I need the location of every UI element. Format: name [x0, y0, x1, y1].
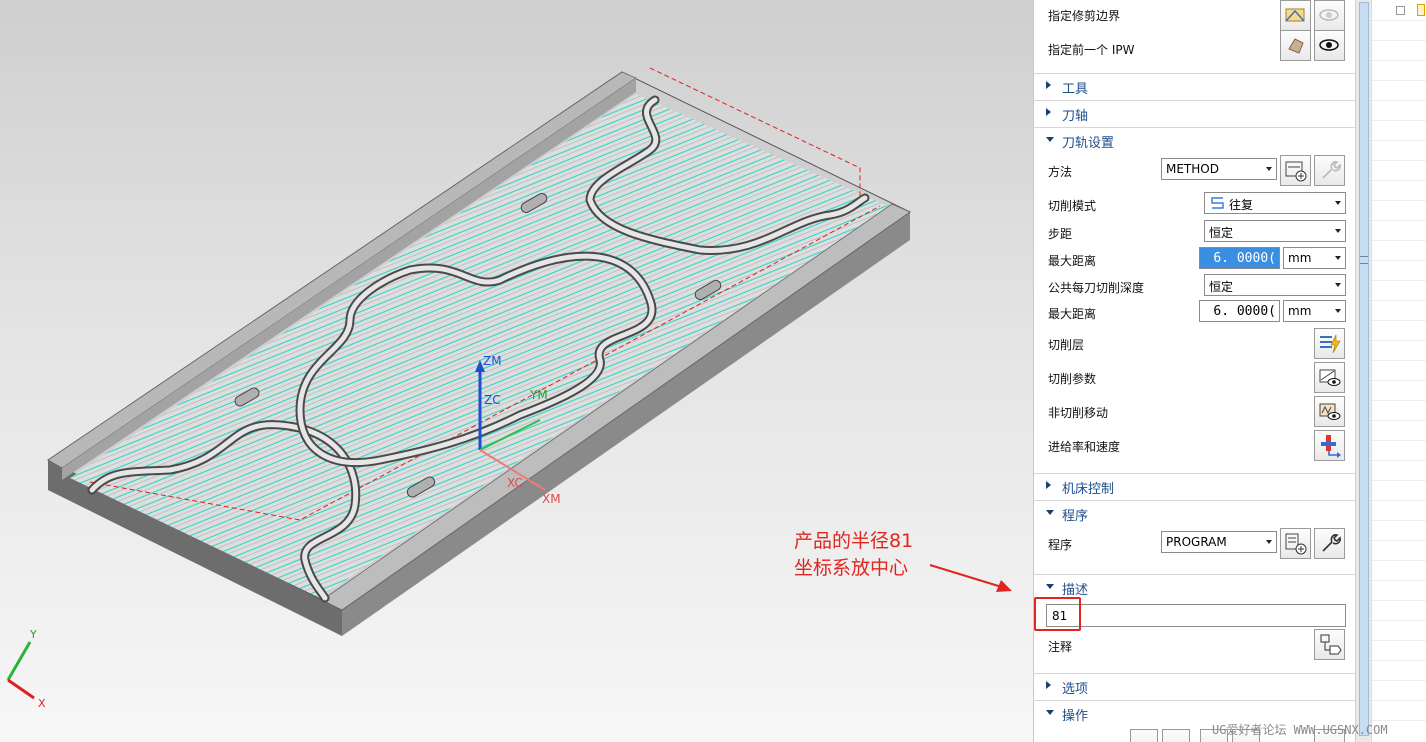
triad-label-x: X	[38, 697, 46, 710]
common-depth-label: 公共每刀切削深度	[1048, 281, 1145, 295]
feeds-speeds-label: 进给率和速度	[1048, 440, 1121, 454]
expand-arrow-icon	[1046, 108, 1051, 116]
max-distance-input[interactable]: 6. 0000(	[1199, 247, 1280, 269]
operation-navigator-pane[interactable]	[1371, 0, 1426, 742]
section-program[interactable]: 程序	[1034, 500, 1355, 524]
scrollbar-grip-icon	[1360, 256, 1368, 264]
collapse-arrow-icon	[1046, 710, 1054, 715]
max-distance-2-label: 最大距离	[1048, 307, 1097, 321]
section-description[interactable]: 描述	[1034, 574, 1355, 598]
collapse-arrow-icon	[1046, 137, 1054, 142]
trim-boundary-label: 指定修剪边界	[1048, 9, 1121, 23]
method-select[interactable]: METHOD	[1161, 158, 1277, 180]
part-model: ZM ZC YM XC XM Y X	[6, 67, 1012, 710]
cut-levels-icon	[1320, 334, 1341, 354]
method-label: 方法	[1048, 165, 1073, 179]
watermark: UG爱好者论坛 WWW.UGSNX.COM	[1212, 723, 1388, 737]
description-highlight-box	[1034, 597, 1081, 631]
notes-button[interactable]	[1314, 629, 1345, 660]
dropdown-arrow-icon	[1335, 229, 1341, 233]
program-label: 程序	[1048, 538, 1073, 552]
expand-arrow-icon	[1046, 81, 1051, 89]
annotation-line-2: 坐标系放中心	[794, 557, 909, 579]
edit-method-button[interactable]	[1314, 155, 1345, 186]
max-distance-label: 最大距离	[1048, 254, 1097, 268]
notes-icon	[1320, 634, 1342, 655]
cut-pattern-select[interactable]: 往复	[1204, 192, 1346, 214]
collapse-arrow-icon	[1046, 510, 1054, 515]
create-method-button[interactable]	[1280, 155, 1311, 186]
feeds-speeds-icon	[1321, 435, 1341, 458]
generate-button[interactable]	[1130, 729, 1158, 742]
dropdown-arrow-icon	[1335, 283, 1341, 287]
display-previous-ipw-button[interactable]	[1314, 30, 1345, 61]
section-machine-control[interactable]: 机床控制	[1034, 473, 1355, 497]
specify-previous-ipw-button[interactable]	[1280, 30, 1311, 61]
dropdown-arrow-icon	[1266, 167, 1272, 171]
dropdown-arrow-icon	[1335, 309, 1341, 313]
specify-trim-boundary-button[interactable]	[1280, 0, 1311, 31]
cut-pattern-label: 切削模式	[1048, 199, 1097, 213]
wrench-icon	[1322, 534, 1341, 552]
axis-label-xm: XM	[542, 492, 561, 506]
stepover-select[interactable]: 恒定	[1204, 220, 1346, 242]
non-cutting-moves-icon	[1319, 403, 1341, 420]
dropdown-arrow-icon	[1335, 201, 1341, 205]
zig-zag-icon	[1211, 197, 1224, 209]
wrench-icon	[1322, 161, 1341, 179]
cutting-params-button[interactable]	[1314, 362, 1345, 393]
tree-collapse-icon[interactable]	[1396, 6, 1405, 15]
axis-label-zm: ZM	[483, 354, 502, 368]
non-cutting-label: 非切削移动	[1048, 406, 1109, 420]
common-depth-select[interactable]: 恒定	[1204, 274, 1346, 296]
cutting-params-icon	[1319, 369, 1341, 386]
scrollbar-thumb[interactable]	[1359, 2, 1369, 736]
annotation-line-1: 产品的半径81	[794, 530, 914, 552]
stepover-label: 步距	[1048, 227, 1073, 241]
non-cutting-moves-button[interactable]	[1314, 396, 1345, 427]
replay-button[interactable]	[1162, 729, 1190, 742]
section-tool[interactable]: 工具	[1034, 73, 1355, 97]
cut-levels-label: 切削层	[1048, 338, 1085, 352]
description-input[interactable]: 81	[1046, 604, 1346, 627]
previous-ipw-label: 指定前一个 IPW	[1048, 43, 1135, 57]
cutting-params-label: 切削参数	[1048, 372, 1097, 386]
cut-levels-button[interactable]	[1314, 328, 1345, 359]
dropdown-arrow-icon	[1266, 540, 1272, 544]
collapse-arrow-icon	[1046, 584, 1054, 589]
notes-label: 注释	[1048, 640, 1073, 654]
max-distance-2-unit-select[interactable]: mm	[1283, 300, 1346, 322]
section-tool-axis[interactable]: 刀轴	[1034, 100, 1355, 124]
dropdown-arrow-icon	[1335, 256, 1341, 260]
max-distance-unit-select[interactable]: mm	[1283, 247, 1346, 269]
feeds-speeds-button[interactable]	[1314, 430, 1345, 461]
graphics-viewport[interactable]: ZM ZC YM XC XM Y X 产品的半径81 坐标系放中心	[0, 0, 1033, 742]
triad-label-y: Y	[29, 628, 37, 641]
edit-program-button[interactable]	[1314, 528, 1345, 559]
operation-dialog: 指定修剪边界 指定前一个 IPW 工具 刀轴 刀轨设置 方法 METHOD 切削…	[1033, 0, 1355, 742]
expand-arrow-icon	[1046, 481, 1051, 489]
display-trim-boundary-button[interactable]	[1314, 0, 1345, 31]
program-folder-icon	[1417, 4, 1425, 16]
expand-arrow-icon	[1046, 681, 1051, 689]
create-program-button[interactable]	[1280, 528, 1311, 559]
axis-label-xc: XC	[507, 476, 523, 490]
max-distance-2-input[interactable]: 6. 0000(	[1199, 300, 1280, 322]
dialog-scrollbar[interactable]	[1355, 0, 1371, 742]
axis-label-zc: ZC	[484, 393, 501, 407]
program-select[interactable]: PROGRAM	[1161, 531, 1277, 553]
section-path-settings[interactable]: 刀轨设置	[1034, 127, 1355, 151]
eye-icon	[1319, 39, 1339, 51]
axis-label-ym: YM	[529, 388, 548, 402]
section-options[interactable]: 选项	[1034, 673, 1355, 697]
